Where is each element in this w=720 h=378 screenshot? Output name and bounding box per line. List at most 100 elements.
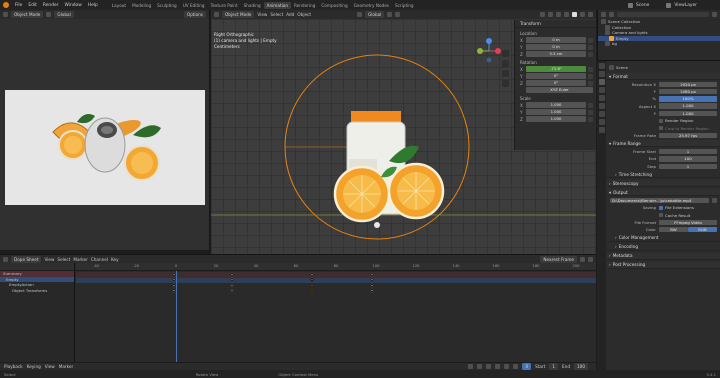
lock-icon[interactable] [588,80,593,86]
editor-type-icon[interactable] [3,257,8,262]
timeline-view-menu[interactable]: View [45,364,55,369]
menu-window[interactable]: Window [62,3,85,8]
stereoscopy-panel-header[interactable]: › Stereoscopy [607,180,720,188]
menu-render[interactable]: Render [40,3,62,8]
dope-menu-channel[interactable]: Channel [91,257,108,262]
lock-icon[interactable] [588,44,593,50]
workspace-tab-shading[interactable]: Shading [241,2,264,9]
zoom-icon[interactable] [502,50,509,57]
time-stretching-panel-header[interactable]: › Time Stretching [607,171,720,179]
camera-view-icon[interactable] [502,70,509,77]
frame-end-field[interactable]: 100 [659,156,717,162]
color-rgb-toggle[interactable]: RGB [688,227,717,233]
color-bw-toggle[interactable]: BW [659,227,688,233]
rotation-x-field[interactable]: -71.6° [526,66,586,72]
current-frame-field[interactable]: 0 [522,363,532,370]
cache-result-checkbox[interactable] [659,213,663,218]
workspace-tab-uv-editing[interactable]: UV Editing [180,2,208,9]
render-region-row[interactable]: Render Region [607,118,720,124]
camera-view-mode-dropdown[interactable]: Object Mode [11,11,44,18]
orientation-icon[interactable] [357,12,362,17]
output-path-field[interactable]: D:\Documents\Blender...\juicebottle.mp4 [610,197,709,204]
menu-edit[interactable]: Edit [25,3,40,8]
playhead-line[interactable] [176,263,177,370]
world-tab-icon[interactable] [598,103,605,109]
dope-menu-select[interactable]: Select [57,257,70,262]
lock-icon[interactable] [588,102,593,108]
scene-selector[interactable]: Scene [633,3,652,8]
render-region-checkbox[interactable] [659,118,663,123]
scene-tab-icon[interactable] [598,95,605,101]
lock-icon[interactable] [588,51,593,57]
solid-shading-icon[interactable] [572,12,577,17]
play-icon[interactable] [495,364,501,369]
workspace-tab-compositing[interactable]: Compositing [318,2,350,9]
lock-icon[interactable] [588,109,593,115]
frame-step-field[interactable]: 1 [659,163,717,169]
blender-logo-icon[interactable] [3,2,9,8]
scale-z-field[interactable]: 1.000 [526,116,586,122]
folder-icon[interactable] [712,198,717,204]
format-panel-header[interactable]: ▾ Format [607,73,720,80]
camera-view-global-dropdown[interactable]: Global [54,11,74,18]
transform-pivot-icon[interactable] [46,12,52,17]
start-frame-field[interactable]: 1 [549,363,559,370]
viewport-menu-select[interactable]: Select [270,12,283,17]
workspace-tab-rendering[interactable]: Rendering [291,2,318,9]
workspace-tab-geometry-nodes[interactable]: Geometry Nodes [351,2,392,9]
filter-icon[interactable] [580,257,585,262]
data-tab-icon[interactable] [598,127,605,133]
overlay-toggle-icon[interactable] [556,12,561,17]
snap-icon[interactable] [387,12,393,17]
render-tab-icon[interactable] [598,71,605,77]
jump-start-icon[interactable] [468,364,474,369]
prev-keyframe-icon[interactable] [477,364,483,369]
location-y-field[interactable]: 0 m [526,44,586,50]
keying-menu[interactable]: Keying [27,364,41,369]
file-extensions-checkbox[interactable] [659,205,663,210]
navigation-gizmo[interactable] [476,38,502,65]
outliner-search-input[interactable] [617,12,709,17]
proportional-edit-icon[interactable] [395,12,401,17]
dope-menu-marker[interactable]: Marker [73,257,87,262]
workspace-tab-layout[interactable]: Layout [109,2,129,9]
lock-icon[interactable] [588,37,593,43]
aspect-y-field[interactable]: 1.000 [659,110,717,117]
next-keyframe-icon[interactable] [504,364,510,369]
viewport-mode-dropdown[interactable]: Object Mode [222,11,255,18]
lock-icon[interactable] [588,73,593,79]
resolution-x-field[interactable]: 1920 px [659,81,717,87]
workspace-tab-animation[interactable]: Animation [263,1,291,9]
channel-search-bar[interactable] [0,263,74,271]
workspace-tab-modeling[interactable]: Modeling [129,2,154,9]
perspective-toggle-icon[interactable] [502,80,509,87]
viewport-menu-object[interactable]: Object [297,12,311,17]
workspace-tab-texture-paint[interactable]: Texture Paint [208,2,241,9]
visibility-icon[interactable] [540,12,545,17]
timeline-marker-menu[interactable]: Marker [59,364,73,369]
channel-object-transforms[interactable]: Object Transforms [0,288,74,294]
view-layer-selector[interactable]: ViewLayer [671,3,700,8]
metadata-panel-header[interactable]: › Metadata [607,252,720,260]
lock-icon[interactable] [588,66,593,72]
snapping-dropdown[interactable]: Nearest Frame [540,256,577,263]
filter-icon[interactable] [712,12,717,17]
location-z-field[interactable]: 5.5 cm [526,51,586,57]
dope-sheet-mode-dropdown[interactable]: Dope Sheet [11,256,42,263]
transform-orientation-dropdown[interactable]: Global [365,11,385,18]
file-format-dropdown[interactable]: FFmpeg Video [659,219,717,226]
scale-x-field[interactable]: 1.000 [526,102,586,108]
editor-type-icon[interactable] [3,12,8,17]
crop-region-checkbox[interactable] [659,126,663,131]
frame-rate-dropdown[interactable]: 25.97 fps [659,132,717,139]
resolution-percent-slider[interactable]: 100% [659,96,717,102]
xray-toggle-icon[interactable] [564,12,569,17]
axis-gizmo-icon[interactable] [476,38,502,64]
lock-icon[interactable] [588,116,593,122]
playback-menu[interactable]: Playback [4,364,23,369]
viewport-menu-view[interactable]: View [257,12,267,17]
frame-start-field[interactable]: 1 [659,148,717,155]
outliner-item-bg[interactable]: bg [598,41,720,47]
view-layer-tab-icon[interactable] [598,87,605,93]
object-tab-icon[interactable] [598,111,605,117]
